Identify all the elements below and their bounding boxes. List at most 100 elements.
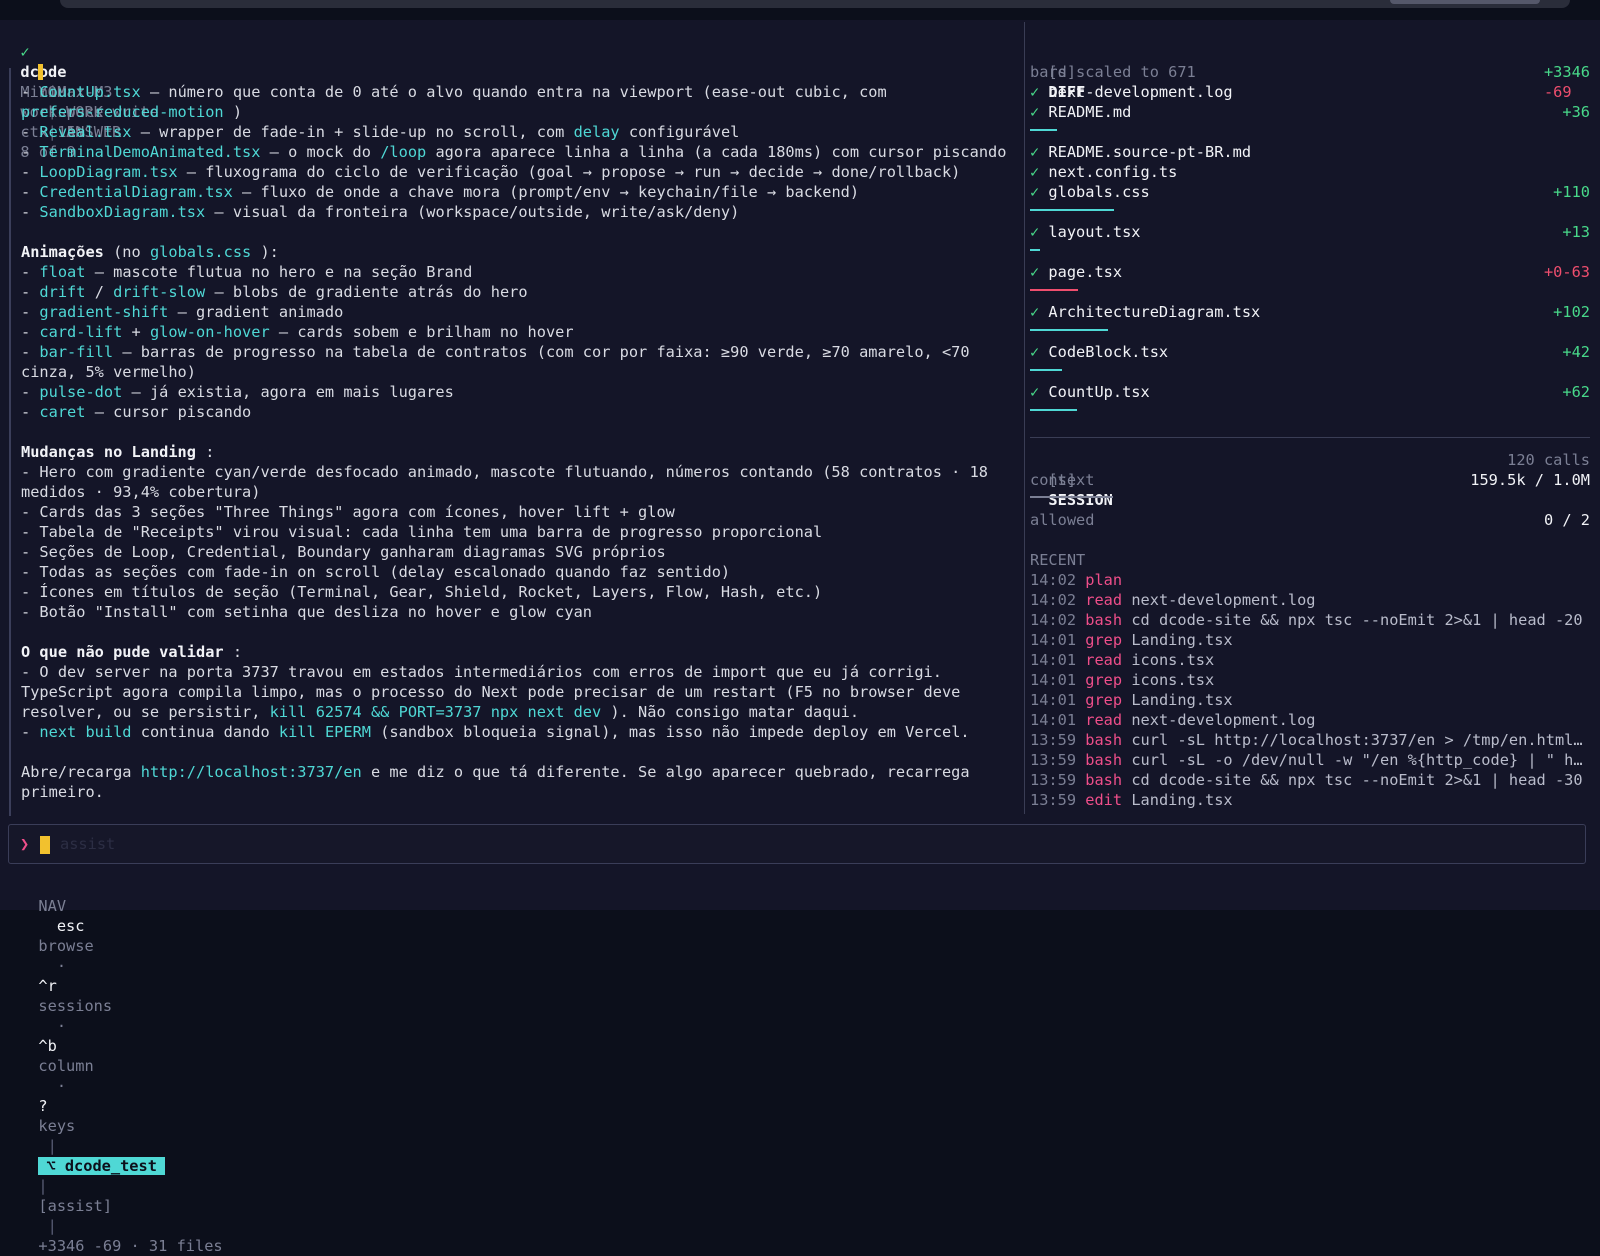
- column-divider[interactable]: [1024, 22, 1025, 814]
- text-span: - Seções de Loop, Credential, Boundary g…: [21, 543, 666, 561]
- text-span: — fluxograma do ciclo de verificação (go…: [177, 163, 961, 181]
- diff-header: [d] DIFF: [1030, 42, 1085, 101]
- prompt-input[interactable]: assist: [60, 834, 115, 854]
- recent-arg: next-development.log: [1131, 591, 1316, 609]
- text-span: -: [21, 83, 40, 101]
- recent-item[interactable]: 14:02 plan: [1030, 570, 1590, 590]
- recent-time: 14:01: [1030, 631, 1086, 649]
- recent-arg: Landing.tsx: [1131, 631, 1233, 649]
- check-icon: ✓: [1030, 163, 1049, 181]
- diff-file-row[interactable]: ✓ next.config.ts: [1030, 162, 1177, 182]
- diff-file-delta: +110: [1553, 183, 1590, 201]
- window-top-strip: [60, 0, 1570, 8]
- text-span: TypeScript agora compila limpo, mas o pr…: [21, 683, 961, 701]
- branch-badge[interactable]: ⌥ dcode_test: [38, 1157, 165, 1175]
- text-span: -: [21, 343, 40, 361]
- diff-file-row[interactable]: ✓ CodeBlock.tsx: [1030, 342, 1168, 362]
- text-span: -: [21, 143, 40, 161]
- recent-item[interactable]: 13:59 edit Landing.tsx: [1030, 790, 1590, 810]
- diff-file-row[interactable]: ✓ globals.css: [1030, 182, 1150, 202]
- message-line: - Hero com gradiente cyan/verde desfocad…: [21, 462, 988, 482]
- recent-item[interactable]: 14:01 grep Landing.tsx: [1030, 630, 1590, 650]
- recent-item[interactable]: 14:01 grep Landing.tsx: [1030, 690, 1590, 710]
- recent-item[interactable]: 14:01 grep icons.tsx: [1030, 670, 1590, 690]
- context-value: 159.5k / 1.0M: [1470, 471, 1590, 489]
- recent-tool: grep: [1085, 691, 1132, 709]
- window-handle[interactable]: [1390, 0, 1540, 4]
- allowed-label: allowed: [1030, 511, 1095, 529]
- message-line: - O dev server na porta 3737 travou em e…: [21, 662, 942, 682]
- column-action[interactable]: column: [38, 1057, 93, 1075]
- recent-item[interactable]: 14:02 bash cd dcode-site && npx tsc --no…: [1030, 610, 1590, 630]
- text-span: (sandbox bloqueia signal), mas isso não …: [371, 723, 970, 741]
- text-span: cinza, 5% vermelho): [21, 363, 196, 381]
- diff-file-row[interactable]: ✓ README.md: [1030, 102, 1131, 122]
- message-line: - LoopDiagram.tsx — fluxograma do ciclo …: [21, 162, 960, 182]
- message-line: - drift / drift-slow — blobs de gradient…: [21, 282, 528, 302]
- recent-time: 13:59: [1030, 731, 1086, 749]
- diff-file-row[interactable]: ✓ page.tsx: [1030, 262, 1122, 282]
- recent-item[interactable]: 14:01 read icons.tsx: [1030, 650, 1590, 670]
- sessions-action[interactable]: sessions: [38, 997, 112, 1015]
- text-span: - O dev server na porta 3737 travou em e…: [21, 663, 942, 681]
- code-span: card-lift: [39, 323, 123, 341]
- code-span: gradient-shift: [39, 303, 169, 321]
- code-span: TerminalDemoAnimated.tsx: [39, 143, 261, 161]
- text-span: -: [21, 303, 40, 321]
- code-span: http://localhost:3737/en: [140, 763, 362, 781]
- recent-tool: bash: [1085, 731, 1132, 749]
- recent-time: 14:02: [1030, 591, 1086, 609]
- message-line: - float — mascote flutua no hero e na se…: [21, 262, 472, 282]
- text-span: - Botão "Install" com setinha que desliz…: [21, 603, 592, 621]
- text-span: ):: [251, 243, 279, 261]
- esc-action[interactable]: browse: [38, 937, 93, 955]
- diff-file-name: README.source-pt-BR.md: [1048, 143, 1252, 161]
- diff-file-row[interactable]: ✓ README.source-pt-BR.md: [1030, 142, 1251, 162]
- diff-file-row[interactable]: ✓ next-development.log: [1030, 82, 1233, 102]
- diff-file-name: README.md: [1048, 103, 1132, 121]
- recent-arg: next-development.log: [1131, 711, 1316, 729]
- diff-file-delta: +36: [1562, 103, 1590, 121]
- code-span: LoopDiagram.tsx: [39, 163, 178, 181]
- message-rule: [9, 68, 11, 816]
- diff-file-row[interactable]: ✓ layout.tsx: [1030, 222, 1141, 242]
- message-line: resolver, ou se persistir, kill 62574 &&…: [21, 702, 859, 722]
- code-span: glow-on-hover: [149, 323, 270, 341]
- message-line: - TerminalDemoAnimated.tsx — o mock do /…: [21, 142, 1006, 162]
- diff-file-delta: +0-63: [1543, 263, 1590, 281]
- text-span: -: [21, 163, 40, 181]
- recent-arg: icons.tsx: [1131, 671, 1215, 689]
- text-span: — já existia, agora em mais lugares: [122, 383, 454, 401]
- text-span: -: [21, 123, 40, 141]
- diff-totals: +3346 -69: [1526, 42, 1590, 101]
- recent-item[interactable]: 14:02 read next-development.log: [1030, 590, 1590, 610]
- text-span: :: [195, 443, 215, 461]
- text-span: -: [21, 203, 40, 221]
- recent-item[interactable]: 13:59 bash curl -sL -o /dev/null -w "/en…: [1030, 750, 1590, 770]
- text-span: - Hero com gradiente cyan/verde desfocad…: [21, 463, 988, 481]
- diff-file-row[interactable]: ✓ CountUp.tsx: [1030, 382, 1150, 402]
- sessions-key: ^r: [38, 977, 57, 995]
- panel-separator: [1030, 437, 1590, 438]
- message-line: Abre/recarga http://localhost:3737/en e …: [21, 762, 970, 782]
- message-line: - Seções de Loop, Credential, Boundary g…: [21, 542, 666, 562]
- recent-arg: icons.tsx: [1131, 651, 1215, 669]
- recent-item[interactable]: 13:59 bash curl -sL http://localhost:373…: [1030, 730, 1590, 750]
- prompt-input-box[interactable]: [8, 824, 1586, 864]
- recent-item[interactable]: 13:59 bash cd dcode-site && npx tsc --no…: [1030, 770, 1590, 790]
- diff-file-row[interactable]: ✓ ArchitectureDiagram.tsx: [1030, 302, 1260, 322]
- recent-tool: plan: [1085, 571, 1132, 589]
- active-tab-marker: [38, 64, 44, 80]
- recent-tool: edit: [1085, 791, 1132, 809]
- diff-bar: [1030, 249, 1040, 251]
- session-title: SESSION: [1048, 491, 1113, 509]
- message-line: medidos · 93,4% cobertura): [21, 482, 260, 502]
- recent-item[interactable]: 14:01 read next-development.log: [1030, 710, 1590, 730]
- text-span: O que não pude validar: [21, 643, 224, 661]
- diff-file-delta: +42: [1562, 343, 1590, 361]
- text-span: -: [21, 283, 40, 301]
- keys-action[interactable]: keys: [38, 1117, 75, 1135]
- recent-tool: bash: [1085, 611, 1132, 629]
- diff-added: +3346: [1543, 63, 1590, 81]
- code-span: float: [39, 263, 86, 281]
